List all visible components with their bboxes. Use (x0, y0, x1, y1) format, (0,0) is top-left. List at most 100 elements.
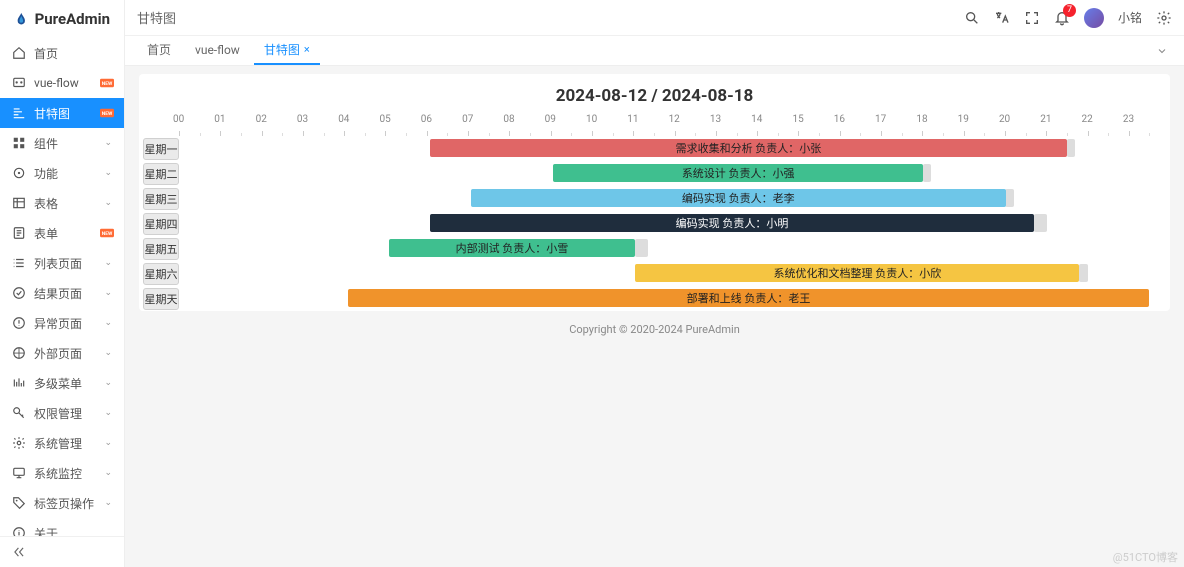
sidebar-item-14[interactable]: 系统监控⌄ (0, 458, 124, 488)
gantt-body: 星期一 需求收集和分析 负责人：小张星期二系统设计 负责人：小强星期三编码实现 负… (139, 136, 1170, 311)
hour-label: 03 (297, 114, 308, 125)
svg-text:NEW: NEW (102, 231, 113, 237)
sidebar-item-5[interactable]: 表格⌄ (0, 188, 124, 218)
sidebar-item-label: 结果页面 (34, 285, 104, 302)
hour-label: 06 (421, 114, 432, 125)
sidebar-item-6[interactable]: 表单⌄NEW (0, 218, 124, 248)
row-track: 内部测试 负责人：小雪 (183, 236, 1170, 261)
sidebar-item-13[interactable]: 系统管理⌄ (0, 428, 124, 458)
svg-text:NEW: NEW (102, 81, 113, 87)
monitor-icon (12, 466, 26, 480)
sidebar-item-label: 标签页操作 (34, 495, 104, 512)
bars-icon (12, 376, 26, 390)
chevron-down-icon: ⌄ (104, 348, 112, 358)
sidebar-item-label: 外部页面 (34, 345, 104, 362)
sidebar-item-11[interactable]: 多级菜单⌄ (0, 368, 124, 398)
tag-icon (12, 496, 26, 510)
row-track: 系统设计 负责人：小强 (183, 161, 1170, 186)
breadcrumb: 甘特图 (137, 8, 964, 27)
sidebar-item-4[interactable]: 功能⌄ (0, 158, 124, 188)
svg-text:NEW: NEW (102, 111, 113, 117)
tabs-dropdown[interactable] (1152, 45, 1172, 57)
info-icon (12, 526, 26, 536)
new-badge-icon: NEW (100, 107, 114, 119)
key-icon (12, 406, 26, 420)
hour-label: 21 (1040, 114, 1051, 125)
sidebar-item-label: 首页 (34, 45, 112, 62)
hour-label: 22 (1082, 114, 1093, 125)
chevron-down-icon: ⌄ (104, 258, 112, 268)
hour-label: 09 (545, 114, 556, 125)
avatar[interactable] (1084, 8, 1104, 28)
hour-label: 10 (586, 114, 597, 125)
tab-label: 首页 (147, 41, 171, 58)
hour-label: 02 (256, 114, 267, 125)
chevron-down-icon (1156, 45, 1168, 57)
hour-label: 16 (834, 114, 845, 125)
sidebar-item-10[interactable]: 外部页面⌄ (0, 338, 124, 368)
day-label: 星期六 (143, 263, 179, 285)
tab-label: vue-flow (195, 43, 240, 57)
gear-icon (12, 436, 26, 450)
day-label: 星期一 (143, 138, 179, 160)
sidebar-item-12[interactable]: 权限管理⌄ (0, 398, 124, 428)
sidebar-item-3[interactable]: 组件⌄ (0, 128, 124, 158)
gear-icon[interactable] (1156, 10, 1172, 26)
tab-2[interactable]: 甘特图 × (254, 37, 320, 65)
sidebar: PureAdmin 首页 vue-flowNEW甘特图NEW组件⌄功能⌄表格⌄表单… (0, 0, 125, 567)
gantt-row: 星期一 需求收集和分析 负责人：小张 (139, 136, 1170, 161)
logo[interactable]: PureAdmin (0, 0, 124, 38)
day-label: 星期天 (143, 288, 179, 310)
sidebar-item-15[interactable]: 标签页操作⌄ (0, 488, 124, 518)
hour-label: 01 (214, 114, 225, 125)
sidebar-item-16[interactable]: 关于 (0, 518, 124, 536)
gantt-bar[interactable]: 编码实现 负责人：小明 (430, 214, 1035, 232)
chevron-down-icon: ⌄ (104, 138, 112, 148)
sidebar-collapse[interactable] (0, 536, 124, 567)
chevron-down-icon: ⌄ (104, 468, 112, 478)
translate-icon[interactable] (994, 10, 1010, 26)
sidebar-item-1[interactable]: vue-flowNEW (0, 68, 124, 98)
row-track: 需求收集和分析 负责人：小张 (183, 136, 1170, 161)
grid-icon (12, 136, 26, 150)
sidebar-item-0[interactable]: 首页 (0, 38, 124, 68)
gantt-bar[interactable]: 系统优化和文档整理 负责人：小欣 (635, 264, 1079, 282)
alert-icon (12, 316, 26, 330)
new-badge-icon: NEW (100, 227, 114, 239)
content: 2024-08-12 / 2024-08-18 0001020304050607… (125, 66, 1184, 567)
footer-text: Copyright © 2020-2024 PureAdmin (139, 311, 1170, 340)
tabs-row: 首页 vue-flow 甘特图 × (125, 36, 1184, 66)
chevron-down-icon: ⌄ (104, 378, 112, 388)
gantt-bar[interactable]: 部署和上线 负责人：老王 (348, 289, 1150, 307)
fullscreen-icon[interactable] (1024, 10, 1040, 26)
hour-label: 07 (462, 114, 473, 125)
chevron-down-icon: ⌄ (104, 408, 112, 418)
chevron-down-icon: ⌄ (104, 438, 112, 448)
sidebar-item-8[interactable]: 结果页面⌄ (0, 278, 124, 308)
tab-1[interactable]: vue-flow (185, 37, 250, 65)
chevron-down-icon: ⌄ (104, 288, 112, 298)
sidebar-item-2[interactable]: 甘特图NEW (0, 98, 124, 128)
sidebar-item-label: 关于 (34, 525, 112, 537)
gantt-bar[interactable]: 需求收集和分析 负责人：小张 (430, 139, 1067, 157)
gantt-row: 星期三编码实现 负责人：老李 (139, 186, 1170, 211)
gantt-bar[interactable]: 系统设计 负责人：小强 (553, 164, 923, 182)
gantt-row: 星期二系统设计 负责人：小强 (139, 161, 1170, 186)
table-icon (12, 196, 26, 210)
tab-0[interactable]: 首页 (137, 37, 181, 65)
notifications-button[interactable]: 7 (1054, 10, 1070, 26)
sidebar-item-7[interactable]: 列表页面⌄ (0, 248, 124, 278)
row-track: 编码实现 负责人：老李 (183, 186, 1170, 211)
gantt-bar[interactable]: 内部测试 负责人：小雪 (389, 239, 636, 257)
notification-badge: 7 (1063, 4, 1076, 17)
search-icon[interactable] (964, 10, 980, 26)
gantt-row: 星期六 系统优化和文档整理 负责人：小欣 (139, 261, 1170, 286)
gantt-bar[interactable]: 编码实现 负责人：老李 (471, 189, 1006, 207)
close-icon[interactable]: × (304, 43, 310, 56)
hour-label: 18 (916, 114, 927, 125)
tab-label: 甘特图 (264, 41, 300, 58)
hour-label: 23 (1123, 114, 1134, 125)
sidebar-item-label: 权限管理 (34, 405, 104, 422)
sidebar-item-9[interactable]: 异常页面⌄ (0, 308, 124, 338)
settings-alt-icon (12, 166, 26, 180)
